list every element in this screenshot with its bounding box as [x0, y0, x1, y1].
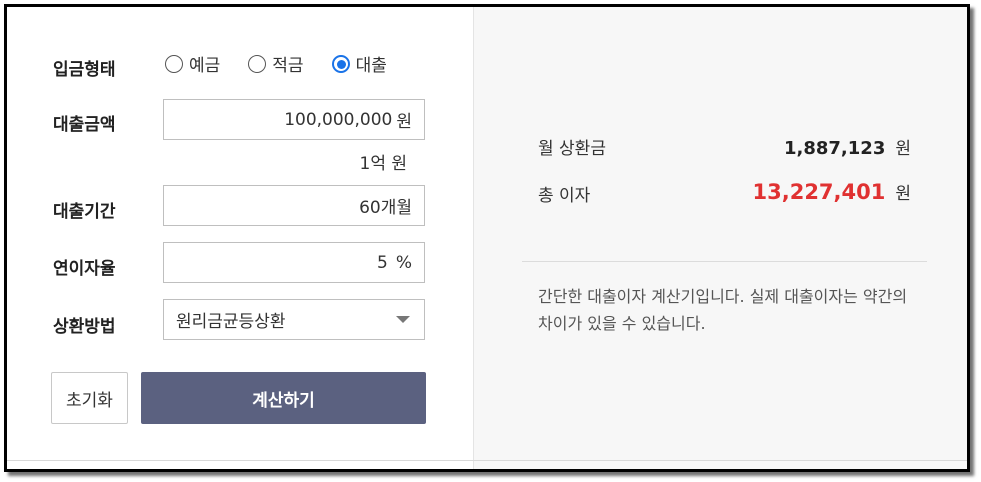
loan-amount-unit: 원 [396, 112, 412, 132]
loan-amount-korean-note: 1억 원 [359, 154, 408, 174]
interest-rate-unit: % [395, 252, 412, 273]
radio-savings-label: 적금 [272, 56, 304, 76]
repayment-method-value: 원리금균등상환 [176, 312, 286, 332]
monthly-payment-value: 1,887,123 [784, 138, 886, 159]
monthly-payment-unit: 원 [895, 139, 911, 159]
total-interest-label: 총 이자 [538, 186, 591, 206]
interest-rate-input[interactable]: 5 % [163, 242, 425, 283]
input-panel: 입금형태 예금 적금 대출 대출금액 100,000,000 원 1억 원 대출… [7, 7, 473, 469]
deposit-type-radio-group: 예금 적금 대출 [165, 51, 415, 76]
disclaimer-note: 간단한 대출이자 계산기입니다. 실제 대출이자는 약간의 차이가 있을 수 있… [538, 287, 908, 333]
reset-button[interactable]: 초기화 [51, 372, 128, 424]
bottom-divider [7, 460, 967, 461]
total-interest-value: 13,227,401 [752, 180, 886, 204]
deposit-type-label: 입금형태 [53, 60, 116, 80]
calculator-window: 입금형태 예금 적금 대출 대출금액 100,000,000 원 1억 원 대출… [4, 4, 970, 472]
total-interest-result: 13,227,401 원 [753, 179, 912, 204]
radio-savings-circle[interactable] [248, 54, 267, 73]
result-divider [522, 261, 927, 262]
interest-rate-label: 연이자율 [53, 259, 116, 279]
repayment-method-label: 상환방법 [53, 317, 116, 337]
loan-amount-input[interactable]: 100,000,000 원 [163, 99, 425, 140]
radio-loan-circle[interactable] [331, 54, 350, 73]
radio-deposit-circle[interactable] [165, 54, 183, 73]
calculate-button[interactable]: 계산하기 [141, 372, 426, 424]
loan-period-label: 대출기간 [53, 202, 116, 222]
radio-deposit-label: 예금 [189, 56, 221, 76]
loan-amount-label: 대출금액 [53, 115, 116, 135]
loan-period-input[interactable]: 60개월 [163, 185, 425, 226]
radio-deposit[interactable]: 예금 [165, 51, 220, 76]
chevron-down-icon [396, 316, 410, 323]
total-interest-unit: 원 [895, 184, 911, 204]
result-panel: 월 상환금 1,887,123 원 총 이자 13,227,401 원 간단한 … [473, 7, 967, 469]
interest-rate-value: 5 [377, 252, 388, 273]
loan-period-value: 60개월 [359, 198, 412, 218]
radio-loan-label: 대출 [355, 56, 387, 76]
monthly-payment-label: 월 상환금 [538, 139, 606, 159]
repayment-method-select[interactable]: 원리금균등상환 [163, 299, 425, 340]
monthly-payment-result: 1,887,123 원 [784, 134, 911, 159]
loan-amount-value: 100,000,000 [284, 109, 393, 130]
radio-loan[interactable]: 대출 [331, 51, 387, 76]
radio-savings[interactable]: 적금 [248, 51, 304, 76]
